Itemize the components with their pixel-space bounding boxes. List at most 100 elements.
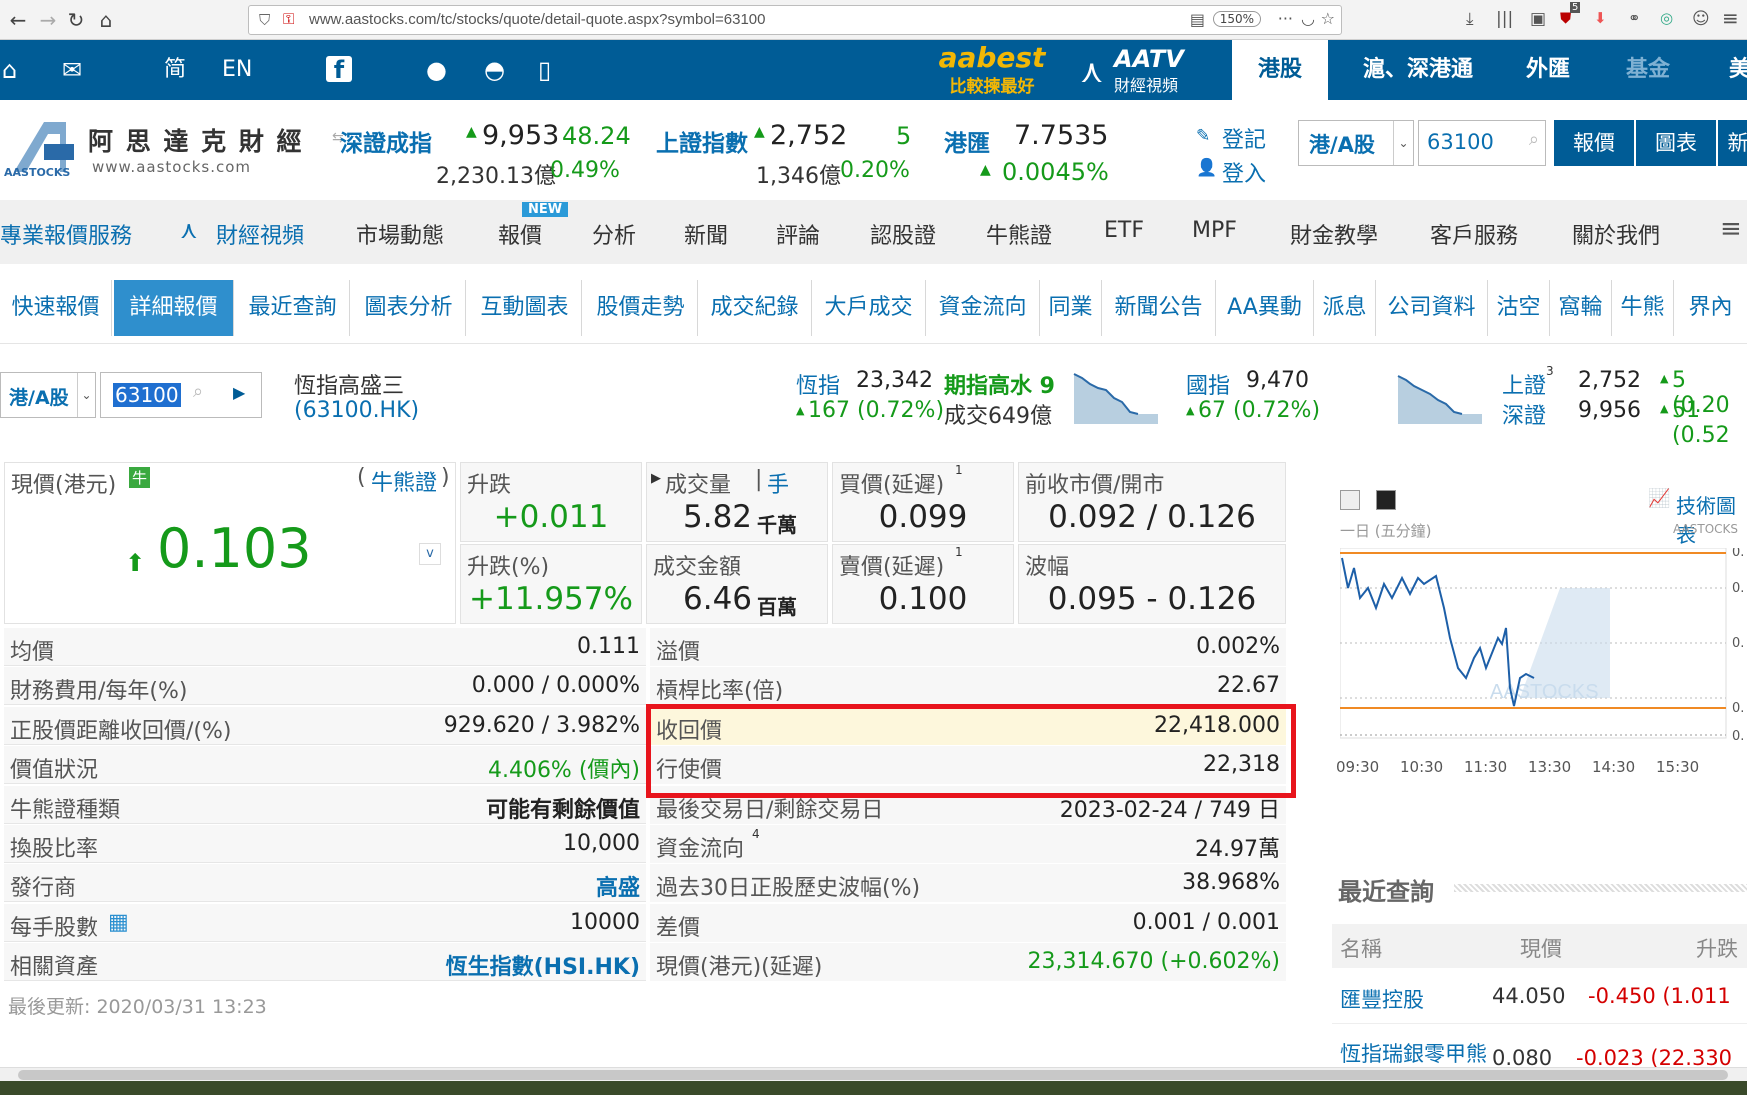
back-icon[interactable]: ← <box>4 6 32 34</box>
nav-quote[interactable]: 報價 <box>498 218 542 250</box>
search-input-value[interactable]: 63100 <box>1427 130 1494 154</box>
news-button[interactable]: 新 <box>1718 120 1747 166</box>
nav-pro-service[interactable]: 專業報價服務 <box>0 218 132 250</box>
subnav-inline[interactable]: 界內 <box>1674 280 1747 336</box>
quote-button[interactable]: 報價 <box>1554 120 1634 166</box>
chevron-down-icon[interactable]: ⌄ <box>77 373 95 417</box>
subnav-aa-movers[interactable]: AA異動 <box>1216 280 1314 336</box>
recent-row-name[interactable]: 匯豐控股 <box>1340 984 1424 1014</box>
nav-etf[interactable]: ETF <box>1104 218 1144 243</box>
subnav-chart-analysis[interactable]: 圖表分析 <box>352 280 466 336</box>
menu-icon[interactable]: ≡ <box>1722 6 1739 30</box>
volume-unit-link[interactable]: 手 <box>767 467 789 499</box>
detail-left-value[interactable]: 恆生指數(HSI.HK) <box>446 949 640 981</box>
calculator-icon[interactable]: ▦ <box>108 910 129 935</box>
aabest-promo[interactable]: aabest 比較揀最好 <box>936 44 1048 98</box>
play-arrow-icon[interactable]: ▶ <box>233 383 245 402</box>
stock-search-input[interactable]: 63100 ⌕ <box>1418 120 1546 166</box>
chart-button[interactable]: 圖表 <box>1636 120 1716 166</box>
subnav-fund-flow[interactable]: 資金流向 <box>926 280 1040 336</box>
nav-customer-service[interactable]: 客戶服務 <box>1430 218 1518 250</box>
nav-cbbc[interactable]: 牛熊證 <box>986 218 1052 250</box>
subnav-detail-quote[interactable]: 詳細報價 <box>114 280 234 336</box>
horizontal-scrollbar[interactable] <box>0 1067 1747 1081</box>
quote-code-input[interactable]: 63100 ⌕ ▶ <box>100 372 262 418</box>
lang-simplified[interactable]: 简 <box>164 56 186 84</box>
aatv-promo[interactable]: AATV 財經視頻 ⋏ <box>1080 46 1190 98</box>
quote-code-value[interactable]: 63100 <box>113 383 181 407</box>
subnav-large-trades[interactable]: 大戶成交 <box>812 280 926 336</box>
play-arrow-icon[interactable]: ▶ <box>651 471 661 486</box>
price-dropdown[interactable]: v <box>419 543 441 565</box>
subnav-warrants[interactable]: 窩輪 <box>1550 280 1612 336</box>
tab-forex[interactable]: 外匯 <box>1508 40 1588 100</box>
url-text[interactable]: www.aastocks.com/tc/stocks/quote/detail-… <box>309 11 766 28</box>
forward-icon[interactable]: → <box>34 6 62 34</box>
detail-left-value[interactable]: 高盛 <box>596 870 640 902</box>
light-theme-toggle[interactable] <box>1340 490 1360 510</box>
nav-about[interactable]: 關於我們 <box>1572 218 1660 250</box>
nav-commentary[interactable]: 評論 <box>776 218 820 250</box>
dark-theme-toggle[interactable] <box>1376 490 1396 510</box>
tab-connect[interactable]: 滬、深港通 <box>1340 40 1496 100</box>
subnav-recent[interactable]: 最近查詢 <box>236 280 350 336</box>
mail-icon[interactable]: ✉ <box>62 56 82 84</box>
futures-premium[interactable]: 期指高水 9 <box>944 368 1055 400</box>
subnav-short-selling[interactable]: 沽空 <box>1488 280 1550 336</box>
more-icon[interactable]: ··· <box>1278 9 1293 28</box>
sz-index-name[interactable]: 深證成指 <box>340 124 432 158</box>
extension-icon[interactable]: ⚭ <box>1628 9 1641 27</box>
tab-funds[interactable]: 基金 <box>1608 40 1688 100</box>
recent-row[interactable]: 匯豐控股 44.050 -0.450 (1.011 <box>1332 970 1747 1024</box>
technical-chart-link[interactable]: 技術圖表 <box>1676 490 1747 548</box>
bookmark-star-icon[interactable]: ☆ <box>1321 9 1335 28</box>
apple-icon[interactable]: ● <box>426 56 447 84</box>
sh-label[interactable]: 上證 <box>1502 368 1546 400</box>
subnav-dividend[interactable]: 派息 <box>1314 280 1376 336</box>
chevron-down-icon[interactable]: ⌄ <box>1393 121 1413 165</box>
subnav-interactive-chart[interactable]: 互動圖表 <box>468 280 582 336</box>
zoom-level[interactable]: 150% <box>1212 11 1261 27</box>
sh-index-name[interactable]: 上證指數 <box>656 124 748 158</box>
hamburger-menu-icon[interactable]: ≡ <box>1720 214 1742 244</box>
search-icon[interactable]: ⌕ <box>193 381 203 402</box>
address-bar[interactable]: ⛉ ⚿ www.aastocks.com/tc/stocks/quote/det… <box>248 5 1342 35</box>
recent-row-name[interactable]: 恆指瑞銀零甲熊 <box>1340 1038 1487 1068</box>
search-icon[interactable]: ⌕ <box>1529 129 1539 150</box>
subnav-price-trend[interactable]: 股價走勢 <box>584 280 698 336</box>
library-icon[interactable]: ||| <box>1496 9 1513 29</box>
subnav-company-profile[interactable]: 公司資料 <box>1376 280 1488 336</box>
subnav-cbbc[interactable]: 牛熊 <box>1612 280 1674 336</box>
lang-english[interactable]: EN <box>222 56 252 84</box>
android-icon[interactable]: ◓ <box>484 56 505 84</box>
fx-name[interactable]: 港匯 <box>944 124 990 158</box>
quote-market-select[interactable]: 港/A股 ⌄ <box>0 372 96 418</box>
nav-mpf[interactable]: MPF <box>1192 218 1237 243</box>
pocket-icon[interactable]: ◡ <box>1301 9 1315 28</box>
nav-news[interactable]: 新聞 <box>684 218 728 250</box>
home-icon[interactable]: ⌂ <box>2 56 17 84</box>
nav-video[interactable]: 財經視頻 <box>216 218 304 250</box>
vpn-icon[interactable]: ◎ <box>1660 9 1673 27</box>
sidebar-icon[interactable]: ▣ <box>1530 9 1546 29</box>
nav-warrants[interactable]: 認股證 <box>870 218 936 250</box>
nav-analysis[interactable]: 分析 <box>592 218 636 250</box>
scrollbar-thumb[interactable] <box>18 1070 1728 1080</box>
aastocks-logo-mark[interactable]: AASTOCKS <box>4 116 84 184</box>
login-link[interactable]: 登入 <box>1222 156 1266 188</box>
logo-chinese-name[interactable]: 阿 思 達 克 財 經 <box>88 122 304 158</box>
facebook-icon[interactable]: f <box>326 56 352 84</box>
subnav-announcements[interactable]: 新聞公告 <box>1102 280 1216 336</box>
subnav-peers[interactable]: 同業 <box>1040 280 1102 336</box>
subnav-trades[interactable]: 成交紀錄 <box>698 280 812 336</box>
downloads-icon[interactable]: ⤓ <box>1466 9 1474 29</box>
hsi-sparkline[interactable] <box>1072 368 1160 424</box>
intraday-price-chart[interactable]: AASTOCKS 0. 0. 0. 0. 0. <box>1340 548 1747 748</box>
register-link[interactable]: 登記 <box>1222 122 1266 154</box>
nav-market[interactable]: 市場動態 <box>356 218 444 250</box>
account-icon[interactable]: ☺ <box>1692 9 1710 29</box>
user-icon[interactable]: 👤 <box>1196 158 1217 178</box>
subnav-quick-quote[interactable]: 快速報價 <box>0 280 112 336</box>
reader-view-icon[interactable]: ▤ <box>1190 10 1205 29</box>
insecure-lock-icon[interactable]: ⚿ <box>283 10 294 28</box>
